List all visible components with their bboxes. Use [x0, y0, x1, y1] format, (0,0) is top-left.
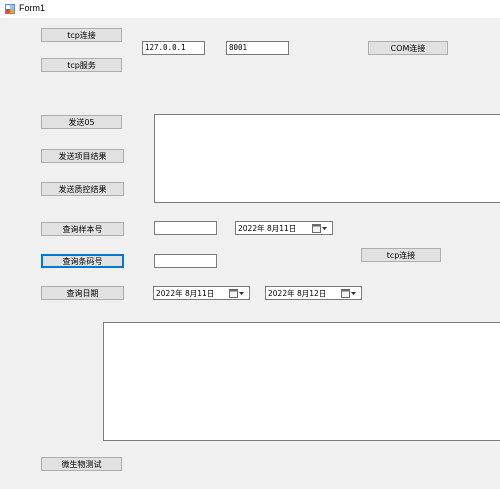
tcp-service-button[interactable]: tcp服务 [41, 58, 122, 72]
com-connect-button[interactable]: COM连接 [368, 41, 448, 55]
form-app-icon [5, 4, 15, 14]
window-title: Form1 [19, 3, 46, 13]
calendar-icon[interactable] [312, 224, 328, 234]
send-05-button[interactable]: 发送05 [41, 115, 122, 129]
query-result-textarea[interactable] [103, 322, 500, 441]
sample-no-input[interactable] [154, 221, 217, 235]
tcp-connect-button-2[interactable]: tcp连接 [361, 248, 441, 262]
sample-date-picker[interactable]: 2022年 8月11日 [235, 221, 333, 235]
barcode-input[interactable] [154, 254, 217, 268]
microbe-test-button[interactable]: 微生物测试 [41, 457, 122, 471]
query-barcode-button[interactable]: 查询条码号 [41, 254, 124, 268]
send-log-textarea[interactable] [154, 114, 500, 203]
date-to-value: 2022年 8月12日 [268, 289, 327, 298]
calendar-icon[interactable] [229, 289, 245, 299]
query-sample-no-button[interactable]: 查询样本号 [41, 222, 124, 236]
ip-address-input[interactable]: 127.0.0.1 [142, 41, 205, 55]
query-date-button[interactable]: 查询日期 [41, 286, 124, 300]
send-item-result-button[interactable]: 发送项目结果 [41, 149, 124, 163]
send-qc-result-button[interactable]: 发送质控结果 [41, 182, 124, 196]
date-from-picker[interactable]: 2022年 8月11日 [153, 286, 250, 300]
port-input[interactable]: 8001 [226, 41, 289, 55]
window-titlebar: Form1 [0, 0, 500, 18]
calendar-icon[interactable] [341, 289, 357, 299]
tcp-connect-button[interactable]: tcp连接 [41, 28, 122, 42]
date-from-value: 2022年 8月11日 [156, 289, 215, 298]
date-to-picker[interactable]: 2022年 8月12日 [265, 286, 362, 300]
sample-date-value: 2022年 8月11日 [238, 224, 297, 233]
